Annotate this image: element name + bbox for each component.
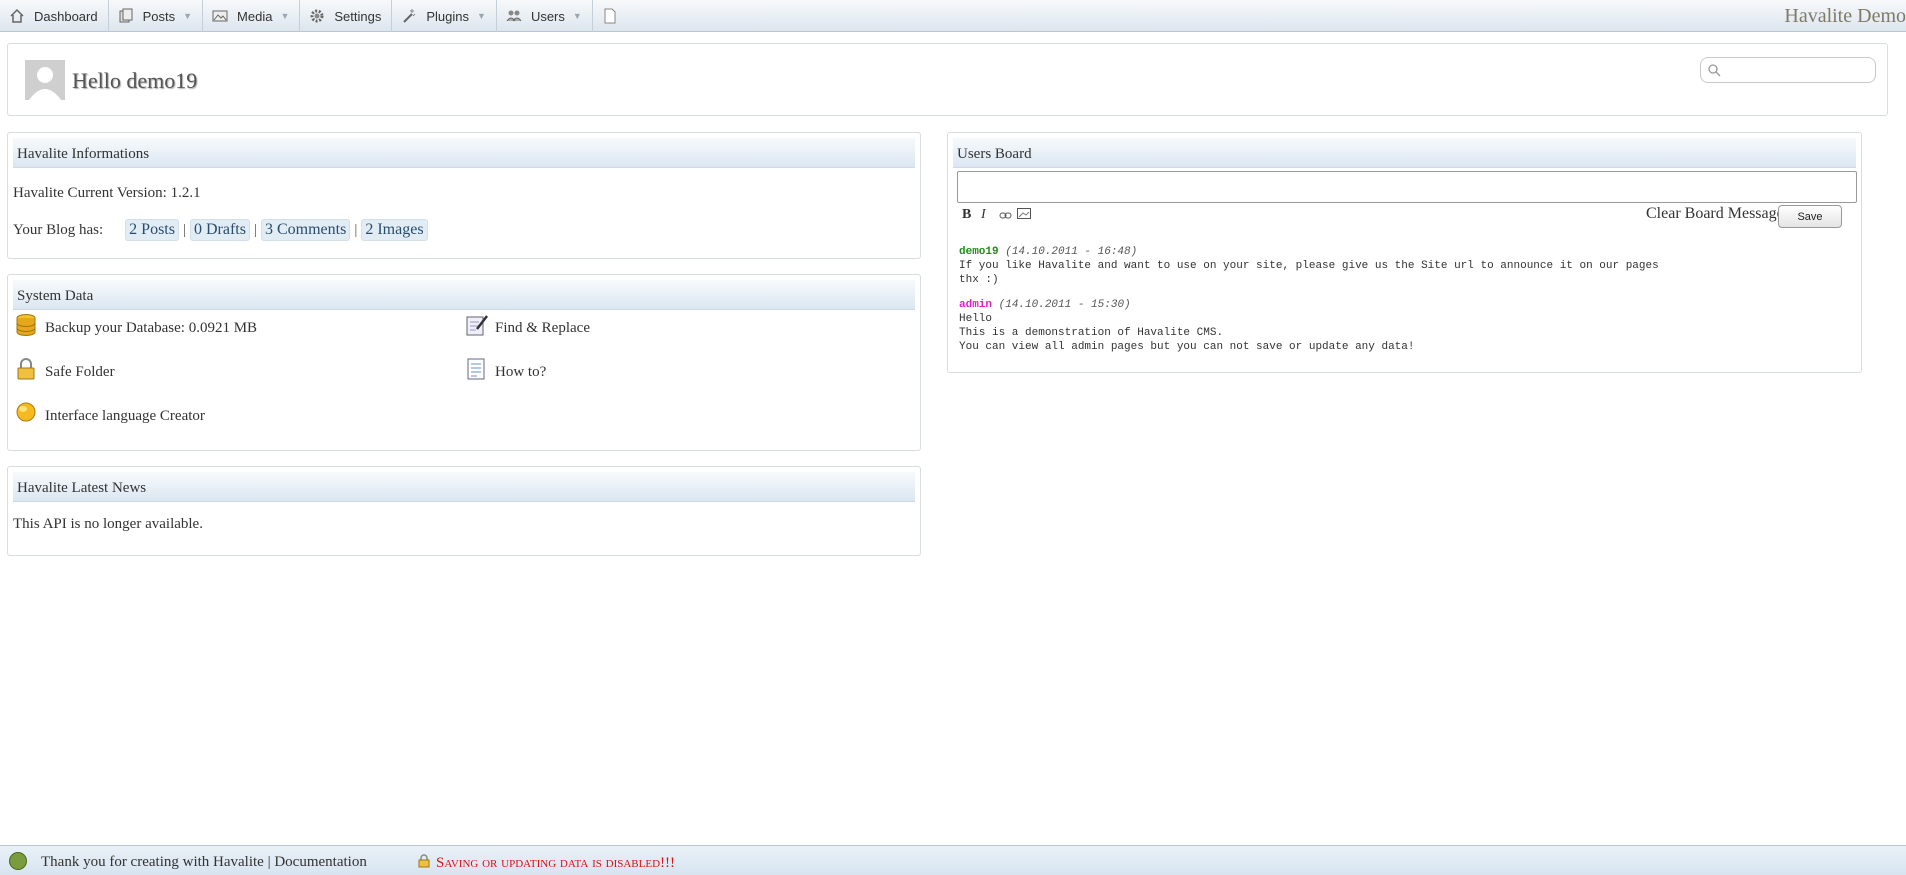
message-timestamp: (14.10.2011 - 15:30)	[998, 299, 1131, 311]
search-input[interactable]	[1700, 57, 1876, 83]
chevron-down-icon[interactable]: ▼	[573, 11, 582, 21]
message-timestamp: (14.10.2011 - 16:48)	[1005, 246, 1138, 258]
find-replace-link[interactable]: Find & Replace	[465, 313, 590, 337]
panel-title: Havalite Latest News	[13, 472, 915, 502]
find-replace-icon	[465, 313, 489, 337]
search-icon	[1707, 63, 1721, 82]
havalite-logo-icon	[9, 852, 27, 870]
chevron-down-icon[interactable]: ▼	[183, 11, 192, 21]
chevron-down-icon[interactable]: ▼	[477, 11, 486, 21]
brand-title: Havalite Demo	[1784, 5, 1906, 27]
info-panel: Havalite Informations Havalite Current V…	[7, 132, 921, 259]
avatar	[25, 60, 65, 100]
globe-icon	[15, 401, 39, 425]
save-button[interactable]: Save	[1778, 205, 1842, 228]
separator: |	[354, 221, 358, 238]
backup-database-link[interactable]: Backup your Database: 0.0921 MB	[15, 313, 257, 337]
nav-item-plugins[interactable]: Plugins ▼	[392, 0, 497, 32]
message-line: Hello	[959, 313, 993, 325]
nav-item-settings[interactable]: Settings	[300, 0, 393, 32]
nav-label: Users	[530, 8, 565, 24]
main-nav: Dashboard Posts ▼ Media ▼ Settings Plugi…	[0, 0, 637, 32]
users-icon	[505, 7, 523, 25]
language-creator-label: Interface language Creator	[45, 408, 205, 424]
clear-board-messages-link[interactable]: Clear Board Messages	[1646, 205, 1790, 223]
nav-label: Dashboard	[34, 8, 98, 24]
link-icon[interactable]	[999, 209, 1012, 225]
panel-title: Havalite Informations	[13, 138, 915, 168]
stat-images-link[interactable]: 2 Images	[361, 219, 428, 241]
nav-item-users[interactable]: Users ▼	[497, 0, 593, 32]
database-icon	[15, 313, 39, 337]
header-panel: Hello demo19	[7, 43, 1888, 116]
separator: |	[182, 221, 186, 238]
users-board-panel: Users Board B I Clear Board Messages Sav…	[947, 132, 1862, 373]
greeting: Hello demo19	[72, 68, 198, 93]
posts-icon	[117, 7, 135, 25]
system-panel: System Data Backup your Database: 0.0921…	[7, 274, 921, 451]
version-text: Havalite Current Version: 1.2.1	[13, 185, 201, 201]
panel-title: System Data	[13, 280, 915, 310]
nav-item-page[interactable]	[593, 0, 637, 32]
backup-label: Backup your Database: 0.0921 MB	[45, 320, 258, 336]
safe-folder-link[interactable]: Safe Folder	[15, 357, 115, 381]
board-message: admin (14.10.2011 - 15:30) Hello This is…	[959, 298, 1414, 354]
panel-title: Users Board	[953, 138, 1856, 168]
board-message: demo19 (14.10.2011 - 16:48) If you like …	[959, 245, 1659, 287]
nav-item-dashboard[interactable]: Dashboard	[0, 0, 109, 32]
home-icon	[8, 7, 26, 25]
bold-button[interactable]: B	[962, 207, 971, 223]
image-icon[interactable]	[1017, 208, 1031, 224]
page-icon	[601, 7, 619, 25]
board-message-input[interactable]	[957, 171, 1857, 203]
nav-item-media[interactable]: Media ▼	[203, 0, 301, 32]
how-to-link[interactable]: How to?	[465, 357, 546, 381]
stat-posts-link[interactable]: 2 Posts	[125, 219, 179, 241]
lock-icon	[418, 854, 430, 873]
wand-icon	[400, 7, 418, 25]
how-to-label: How to?	[495, 364, 547, 380]
media-icon	[211, 7, 229, 25]
stat-comments-link[interactable]: 3 Comments	[260, 219, 351, 241]
lock-icon	[15, 357, 39, 381]
nav-item-posts[interactable]: Posts ▼	[109, 0, 204, 32]
footer-bar: Thank you for creating with Havalite | D…	[0, 845, 1906, 875]
message-header: demo19 (14.10.2011 - 16:48)	[959, 245, 1659, 259]
warning-text: Saving or updating data is disabled!!!	[436, 855, 675, 871]
safe-folder-label: Safe Folder	[45, 364, 115, 380]
separator: |	[253, 221, 257, 238]
top-nav-bar: Dashboard Posts ▼ Media ▼ Settings Plugi…	[0, 0, 1906, 32]
news-panel: Havalite Latest News This API is no long…	[7, 466, 921, 556]
message-line: thx :)	[959, 274, 999, 286]
message-line: This is a demonstration of Havalite CMS.	[959, 327, 1224, 339]
message-line: If you like Havalite and want to use on …	[959, 260, 1659, 272]
nav-label: Posts	[142, 8, 176, 24]
message-line: You can view all admin pages but you can…	[959, 341, 1415, 353]
stat-drafts-link[interactable]: 0 Drafts	[189, 219, 250, 241]
gear-icon	[308, 7, 326, 25]
saving-disabled-warning: Saving or updating data is disabled!!!	[418, 854, 675, 873]
blog-has-label: Your Blog has:	[13, 221, 104, 238]
nav-label: Settings	[334, 8, 382, 24]
message-author[interactable]: admin	[959, 299, 992, 311]
message-header: admin (14.10.2011 - 15:30)	[959, 298, 1414, 312]
blog-stats: Your Blog has: 2 Posts | 0 Drafts | 3 Co…	[13, 219, 428, 241]
nav-label: Media	[237, 8, 273, 24]
language-creator-link[interactable]: Interface language Creator	[15, 401, 205, 425]
nav-label: Plugins	[426, 8, 470, 24]
news-body: This API is no longer available.	[13, 516, 203, 532]
chevron-down-icon[interactable]: ▼	[280, 11, 289, 21]
message-author[interactable]: demo19	[959, 246, 999, 258]
find-replace-label: Find & Replace	[495, 320, 590, 336]
footer-text[interactable]: Thank you for creating with Havalite | D…	[41, 854, 367, 871]
italic-button[interactable]: I	[981, 207, 986, 223]
document-icon	[465, 357, 489, 381]
